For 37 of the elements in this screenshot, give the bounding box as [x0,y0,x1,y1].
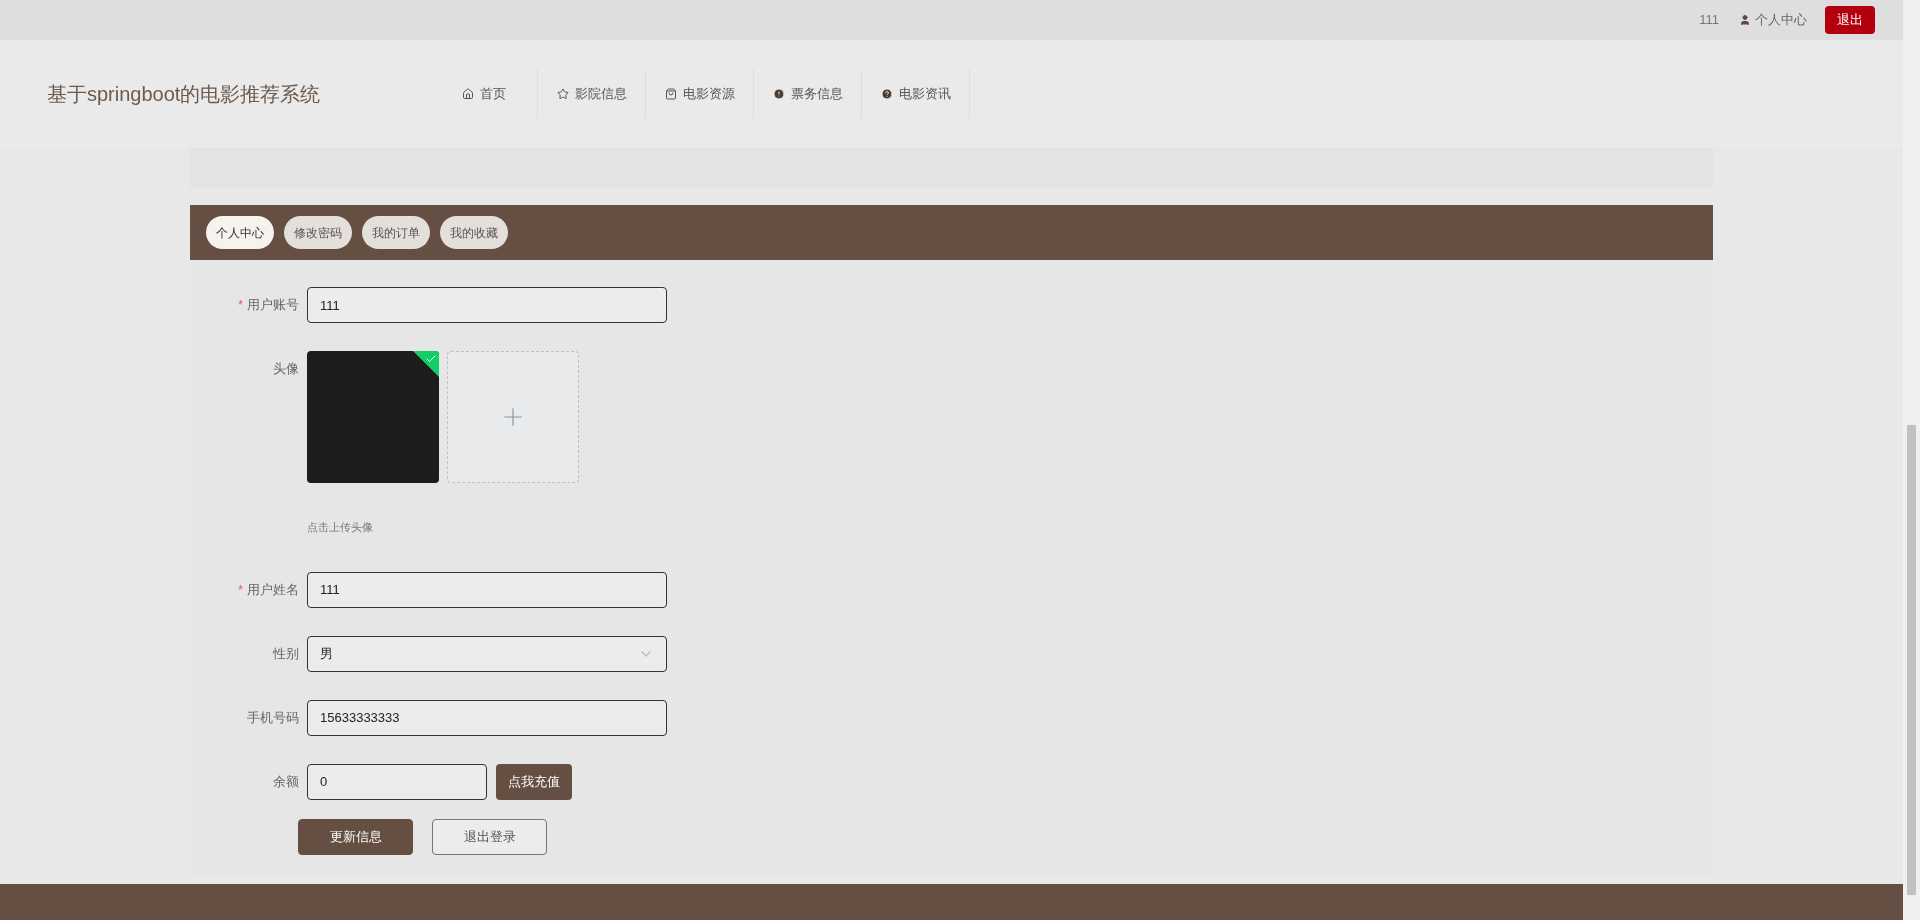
nav-link[interactable]: 首页 [430,69,538,119]
user-icon [1739,14,1751,26]
site-title: 基于springboot的电影推荐系统 [47,82,322,107]
field-label: 用户姓名 [247,580,299,599]
text-input[interactable]: 15633333333 [307,699,667,736]
update-button[interactable]: 更新信息 [298,818,413,855]
question-icon [880,88,893,100]
text-input[interactable]: 111 [307,287,667,323]
profile-tab[interactable]: 我的订单 [362,216,430,249]
field-label: 性别 [273,644,299,663]
profile-tab[interactable]: 我的收藏 [440,216,508,249]
nav-link[interactable]: 票务信息 [754,69,862,119]
home-icon [461,88,474,100]
field-label: 头像 [273,360,299,378]
exclamation-icon [772,88,785,100]
logout-button[interactable]: 退出 [1825,6,1875,34]
text-input[interactable]: 111 [307,571,667,608]
upload-hint: 点击上传头像 [307,521,373,533]
required-mark: * [237,296,243,315]
required-mark: * [237,580,243,599]
bag-icon [664,88,677,100]
star-icon [556,88,569,100]
balance-input[interactable]: 0 [307,763,487,800]
nav-link[interactable]: 电影资讯 [862,69,970,119]
profile-tab[interactable]: 个人中心 [206,216,274,249]
field-label: 余额 [273,772,299,791]
nav-link[interactable]: 电影资源 [646,69,754,119]
username: 111 [1699,11,1719,30]
profile-tab[interactable]: 修改密码 [284,216,352,249]
field-label: 手机号码 [247,708,299,727]
gender-select[interactable]: 男 [307,635,667,672]
upload-box[interactable] [447,351,579,483]
user-center-link[interactable]: 个人中心 [1739,10,1807,30]
field-label: 用户账号 [247,296,299,315]
recharge-button[interactable]: 点我充值 [496,763,572,800]
nav-link[interactable]: 影院信息 [538,69,646,119]
logout-account-button[interactable]: 退出登录 [432,818,547,855]
